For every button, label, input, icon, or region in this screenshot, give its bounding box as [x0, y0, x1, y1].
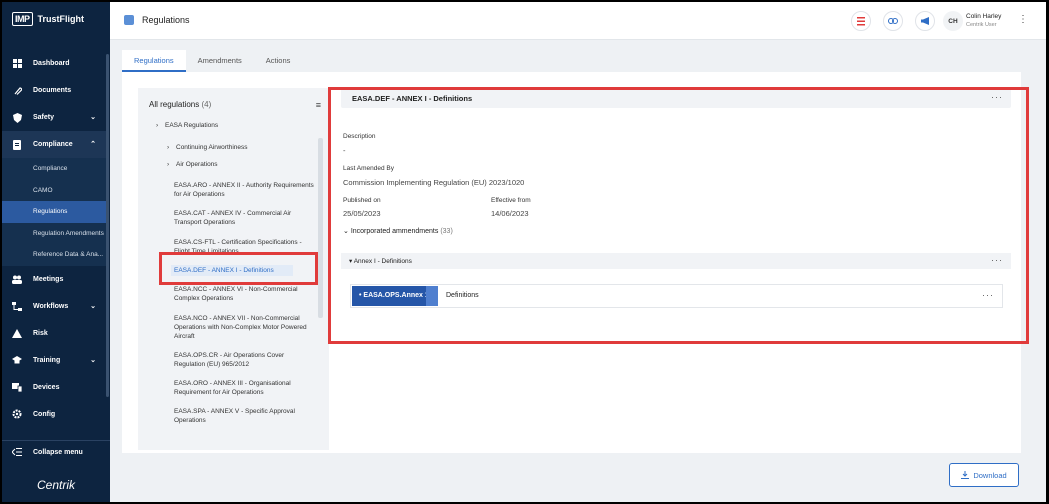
tree-leaf-easa-aro[interactable]: EASA.ARO - ANNEX II - Authority Requirem…	[174, 181, 314, 199]
page-title: Regulations	[142, 15, 190, 25]
annotation-highlight-tree	[159, 252, 318, 285]
centrik-logo: Centrik	[37, 478, 76, 492]
chevron-right-icon: ›	[156, 122, 159, 129]
brand-logo-box: IMP	[12, 12, 33, 26]
more-vertical-icon[interactable]: ⋮	[1018, 14, 1028, 25]
tree-leaf-easa-cat[interactable]: EASA.CAT - ANNEX IV - Commercial Air Tra…	[174, 209, 314, 227]
user-role: Centrik User	[966, 22, 997, 28]
sidebar-item-risk[interactable]: Risk	[2, 320, 106, 347]
shield-icon	[12, 112, 22, 123]
compliance-submenu: Compliance CAMO Regulations Regulation A…	[2, 158, 106, 266]
tree-title-text: All regulations	[149, 100, 200, 109]
sidebar-item-label: Compliance	[33, 141, 73, 148]
tree-count: (4)	[201, 100, 212, 109]
sidebar-item-label: Safety	[33, 114, 55, 121]
sidebar-subitem-compliance[interactable]: Compliance	[2, 158, 106, 180]
sidebar-subitem-reference-data[interactable]: Reference Data & Ana...	[2, 244, 106, 266]
tree-collapse-icon[interactable]: ≡	[316, 100, 321, 110]
megaphone-icon	[920, 17, 929, 25]
warning-icon	[12, 328, 22, 338]
chevron-down-icon: ⌄	[90, 302, 96, 310]
sidebar-item-label: Config	[33, 410, 56, 418]
tree-node-continuing-airworthiness[interactable]: › Continuing Airworthiness	[167, 144, 248, 151]
announcement-button[interactable]	[915, 11, 935, 31]
sidebar-item-label: Risk	[33, 329, 48, 337]
tree-leaf-easa-nco[interactable]: EASA.NCO - ANNEX VII - Non-Commercial Op…	[174, 314, 314, 341]
tree-node-air-operations[interactable]: › Air Operations	[167, 161, 218, 168]
tab-actions[interactable]: Actions	[254, 50, 303, 72]
document-icon	[12, 139, 22, 150]
annotation-highlight-detail	[328, 87, 1029, 344]
download-label: Download	[973, 470, 1007, 480]
sidebar-item-label: Workflows	[33, 302, 69, 310]
tree-title: All regulations (4)	[149, 100, 211, 109]
sidebar-nav: Dashboard Documents Safety ⌄ Compliance …	[2, 50, 106, 428]
sidebar-item-compliance[interactable]: Compliance ⌃	[2, 131, 106, 158]
sidebar-subitem-regulation-amendments[interactable]: Regulation Amendments	[2, 223, 106, 245]
people-icon	[12, 274, 22, 284]
sidebar-item-label: Training	[33, 356, 61, 364]
sidebar-item-label: Dashboard	[33, 60, 70, 67]
download-icon	[961, 471, 970, 479]
chevron-right-icon: ›	[167, 144, 170, 151]
user-name: Colin Harley	[966, 13, 1002, 20]
sidebar-item-workflows[interactable]: Workflows ⌄	[2, 293, 106, 320]
paperclip-icon	[12, 86, 22, 96]
dashboard-icon	[12, 59, 22, 69]
sidebar-item-training[interactable]: Training ⌄	[2, 347, 106, 374]
tree-node-easa-regulations[interactable]: › EASA Regulations	[156, 122, 218, 129]
tree-node-label: EASA Regulations	[165, 122, 219, 129]
sidebar-subitem-camo[interactable]: CAMO	[2, 180, 106, 202]
tree-node-label: Air Operations	[176, 161, 218, 168]
brand-name: TrustFlight	[37, 14, 85, 24]
sidebar-item-meetings[interactable]: Meetings	[2, 266, 106, 293]
tree-leaf-easa-ops-cr[interactable]: EASA.OPS.CR - Air Operations Cover Regul…	[174, 351, 314, 369]
top-header: Regulations CH Colin Harley Centrik User…	[110, 2, 1046, 40]
chevron-down-icon: ⌄	[90, 114, 96, 121]
tree-node-label: Continuing Airworthiness	[176, 144, 248, 151]
tree-leaf-easa-oro[interactable]: EASA.ORO - ANNEX III - Organisational Re…	[174, 379, 314, 397]
chevron-up-icon: ⌃	[90, 141, 96, 148]
sidebar-item-config[interactable]: Config	[2, 401, 106, 428]
chevron-right-icon: ›	[167, 161, 170, 168]
sidebar-item-safety[interactable]: Safety ⌄	[2, 104, 106, 131]
sidebar-item-devices[interactable]: Devices	[2, 374, 106, 401]
list-icon	[857, 16, 865, 25]
tab-amendments[interactable]: Amendments	[186, 50, 254, 72]
sidebar-item-dashboard[interactable]: Dashboard	[2, 50, 106, 77]
gear-icon	[12, 409, 22, 419]
app-window: IMP TrustFlight Dashboard Documents Safe…	[2, 2, 1046, 502]
collapse-menu-label: Collapse menu	[33, 449, 83, 456]
download-button[interactable]: Download	[949, 463, 1019, 487]
link-icon	[888, 18, 898, 24]
devices-icon	[12, 382, 22, 392]
sidebar-item-documents[interactable]: Documents	[2, 77, 106, 104]
tree-leaf-easa-ncc[interactable]: EASA.NCC - ANNEX VI - Non-Commercial Com…	[174, 285, 314, 303]
tab-bar: Regulations Amendments Actions	[122, 50, 302, 72]
brand-logo[interactable]: IMP TrustFlight	[12, 12, 84, 26]
workflow-icon	[12, 301, 22, 311]
tree-leaf-easa-spa[interactable]: EASA.SPA - ANNEX V - Specific Approval O…	[174, 407, 314, 425]
collapse-menu-button[interactable]: Collapse menu	[2, 440, 110, 464]
regulations-page-icon	[124, 15, 134, 25]
sidebar-item-label: Documents	[33, 87, 72, 94]
tab-regulations[interactable]: Regulations	[122, 50, 186, 72]
avatar[interactable]: CH	[943, 11, 963, 31]
list-button[interactable]	[851, 11, 871, 31]
sidebar: IMP TrustFlight Dashboard Documents Safe…	[2, 2, 110, 502]
sidebar-item-label: Meetings	[33, 275, 64, 283]
graduation-icon	[12, 355, 22, 365]
sidebar-scrollbar[interactable]	[106, 54, 109, 397]
chevron-down-icon: ⌄	[90, 356, 96, 364]
sidebar-item-label: Devices	[33, 383, 60, 391]
tree-scrollbar[interactable]	[318, 138, 323, 318]
sidebar-subitem-regulations[interactable]: Regulations	[2, 201, 106, 223]
collapse-icon	[11, 447, 22, 458]
link-button[interactable]	[883, 11, 903, 31]
